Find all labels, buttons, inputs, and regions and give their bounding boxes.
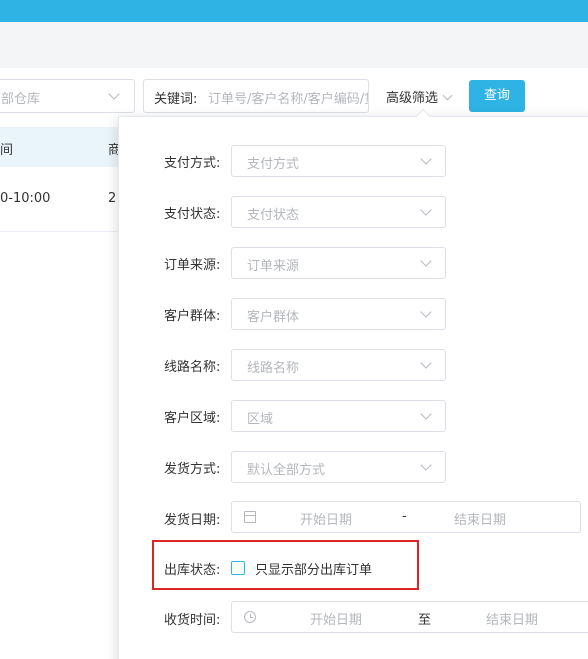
ship-date-label: 发货日期: <box>164 513 221 528</box>
payment-status-placeholder: 支付状态 <box>247 208 300 223</box>
customer-group-placeholder: 客户群体 <box>247 310 300 325</box>
order-source-label: 订单来源: <box>164 258 221 273</box>
route-name-label: 线路名称: <box>164 360 221 375</box>
chevron-down-icon <box>108 88 120 100</box>
warehouse-select-placeholder: 部仓库 <box>1 92 41 107</box>
query-button[interactable]: 查询 <box>469 80 525 112</box>
payment-method-label: 支付方式: <box>164 156 221 171</box>
advanced-filter-toggle[interactable]: 高级筛选 <box>386 87 453 106</box>
receive-time-separator: 至 <box>418 613 432 628</box>
chevron-down-icon <box>420 306 432 318</box>
customer-region-label: 客户区域: <box>164 411 221 426</box>
chevron-down-icon <box>442 90 453 101</box>
clock-icon <box>244 611 256 623</box>
payment-status-select[interactable]: 支付状态 <box>231 196 446 228</box>
table-cell: 2 <box>108 191 117 206</box>
column-header: 间 <box>0 143 14 158</box>
chevron-down-icon <box>420 255 432 267</box>
customer-region-placeholder: 区域 <box>247 412 274 427</box>
ship-date-end: 结束日期 <box>454 513 507 528</box>
customer-group-label: 客户群体: <box>164 309 221 324</box>
ship-date-start: 开始日期 <box>300 513 353 528</box>
chevron-down-icon <box>420 153 432 165</box>
route-name-select[interactable]: 线路名称 <box>231 349 446 381</box>
receive-time-range-picker[interactable]: 开始日期 至 结束日期 <box>231 601 588 633</box>
stock-status-label: 出库状态: <box>164 563 221 578</box>
partial-outbound-checkbox[interactable] <box>231 561 245 575</box>
receive-time-label: 收货时间: <box>164 613 221 628</box>
chevron-down-icon <box>420 357 432 369</box>
keyword-search-input[interactable]: 关键词: 订单号/客户名称/客户编码/货 <box>143 79 369 113</box>
advanced-filter-label: 高级筛选 <box>386 91 439 106</box>
receive-time-end: 结束日期 <box>486 613 539 628</box>
shipping-method-select[interactable]: 默认全部方式 <box>231 451 446 483</box>
chevron-down-icon <box>420 204 432 216</box>
customer-group-select[interactable]: 客户群体 <box>231 298 446 330</box>
customer-region-select[interactable]: 区域 <box>231 400 446 432</box>
order-source-placeholder: 订单来源 <box>247 259 300 274</box>
ship-date-separator: - <box>402 509 407 524</box>
warehouse-select[interactable]: 部仓库 <box>0 79 135 113</box>
ship-date-range-picker[interactable]: 开始日期 - 结束日期 <box>231 501 581 533</box>
route-name-placeholder: 线路名称 <box>247 361 300 376</box>
top-bar <box>0 0 588 22</box>
keyword-label: 关键词: <box>154 92 198 107</box>
keyword-placeholder: 订单号/客户名称/客户编码/货 <box>208 92 369 107</box>
payment-status-label: 支付状态: <box>164 207 221 222</box>
row-divider <box>0 231 130 232</box>
calendar-icon <box>244 511 256 523</box>
sub-bar <box>0 22 588 68</box>
shipping-method-placeholder: 默认全部方式 <box>247 463 326 478</box>
partial-outbound-checkbox-label[interactable]: 只显示部分出库订单 <box>255 559 372 578</box>
payment-method-select[interactable]: 支付方式 <box>231 145 446 177</box>
order-source-select[interactable]: 订单来源 <box>231 247 446 279</box>
table-cell: 0-10:00 <box>0 191 51 206</box>
chevron-down-icon <box>420 408 432 420</box>
chevron-down-icon <box>420 459 432 471</box>
receive-time-start: 开始日期 <box>310 613 363 628</box>
payment-method-placeholder: 支付方式 <box>247 157 300 172</box>
shipping-method-label: 发货方式: <box>164 462 221 477</box>
